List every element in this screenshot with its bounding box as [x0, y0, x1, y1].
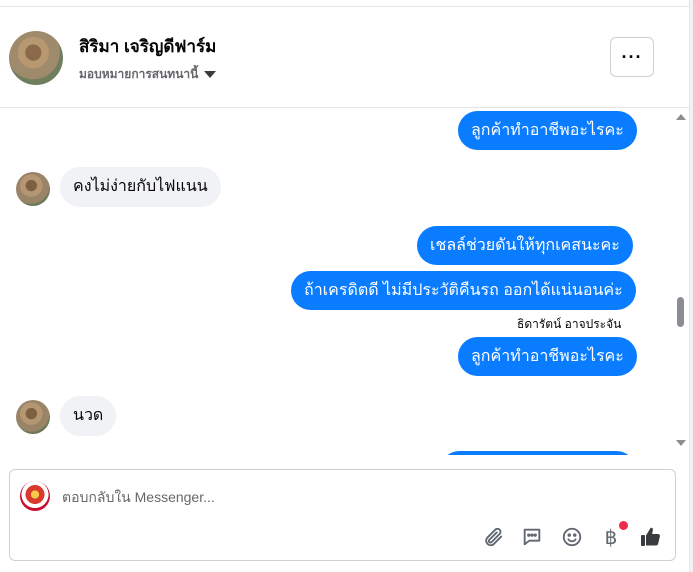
conversation-header: สิริมา เจริญดีฟาร์ม มอบหมายการสนทนานี้ ·… — [0, 7, 689, 108]
assign-conversation-dropdown[interactable]: มอบหมายการสนทนานี้ — [79, 65, 217, 84]
message-bubble-outgoing: ลูกค้าทำอาชีพอะไรคะ — [458, 337, 637, 376]
message-bubble-outgoing: ถ้าเครดิตดี ไม่มีประวัติคืนรถ ออกได้แน่น… — [291, 271, 636, 310]
message-bubble-incoming: คงไม่ง่ายกับไฟแนน — [60, 167, 221, 207]
smiley-icon — [562, 527, 582, 547]
attach-file-button[interactable] — [480, 524, 506, 550]
scrollbar-thumb[interactable] — [677, 297, 684, 327]
reply-input[interactable] — [62, 486, 462, 508]
contact-avatar-small — [16, 172, 50, 206]
scroll-up-arrow-icon[interactable] — [676, 114, 686, 120]
like-button[interactable] — [638, 524, 664, 550]
reply-composer: ฿ — [9, 469, 676, 561]
caret-down-icon — [204, 71, 217, 78]
contact-avatar[interactable] — [9, 31, 63, 85]
sender-name: ธิดารัตน์ อาจประจัน — [517, 317, 622, 331]
more-options-button[interactable]: ··· — [610, 37, 654, 77]
chat-bubble-icon — [523, 528, 541, 546]
window-right-edge — [689, 0, 693, 572]
message-thread[interactable]: ลูกค้าทำอาชีพอะไรคะ คงไม่ง่ายกับไฟแนน เช… — [0, 108, 672, 455]
message-scrollbar[interactable] — [672, 108, 689, 455]
message-bubble-outgoing: ลูกค้าทำอาชีพอะไรคะ — [458, 111, 637, 150]
contact-avatar-small — [16, 400, 50, 434]
saved-replies-button[interactable] — [519, 524, 545, 550]
emoji-button[interactable] — [559, 524, 585, 550]
baht-icon: ฿ — [604, 526, 618, 549]
paperclip-icon — [485, 527, 503, 547]
window-top-edge — [0, 0, 693, 7]
thumbs-up-icon — [641, 527, 660, 546]
message-bubble-incoming: นวด — [60, 396, 117, 436]
scroll-down-arrow-icon[interactable] — [676, 440, 686, 446]
message-bubble-outgoing: เชลล์ช่วยดันให้ทุกเคสนะคะ — [417, 226, 633, 265]
message-bubble-outgoing-partial — [440, 451, 636, 455]
more-icon: ··· — [621, 46, 643, 67]
page-avatar — [20, 481, 50, 511]
contact-name[interactable]: สิริมา เจริญดีฟาร์ม — [79, 33, 216, 60]
assign-label: มอบหมายการสนทนานี้ — [79, 67, 199, 81]
notification-dot — [619, 521, 628, 530]
